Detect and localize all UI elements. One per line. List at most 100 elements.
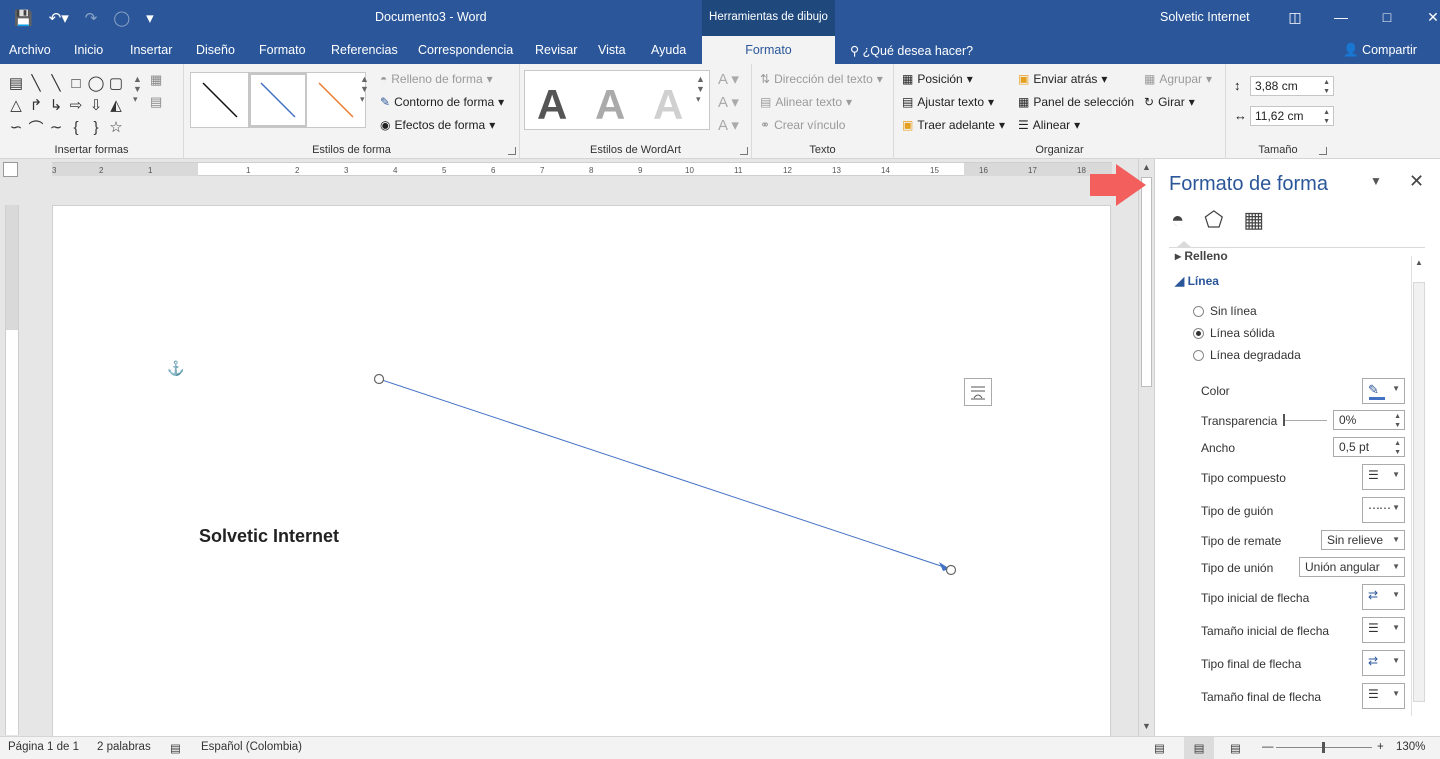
scroll-thumb[interactable] [1141,177,1152,387]
tell-me-search[interactable]: ⚲ ¿Qué desea hacer? [850,43,973,58]
text-outline-icon[interactable]: A ▾ [718,93,739,111]
zoom-in-icon[interactable]: + [1377,741,1384,753]
effects-icon[interactable]: ⬠ [1204,207,1223,233]
document-scrollbar[interactable]: ▲ ▼ [1138,159,1154,736]
tab-ayuda[interactable]: Ayuda [651,43,686,57]
redo-icon[interactable]: ↷ [85,9,98,27]
tab-inicio[interactable]: Inicio [74,43,103,57]
section-fill[interactable]: ▸ Relleno [1175,249,1228,263]
slider-thumb[interactable] [1283,414,1285,426]
shape-style-1[interactable] [190,72,250,128]
fill-line-icon[interactable]: ◓ [1171,207,1184,233]
align-text-button[interactable]: ▤ Alinear texto ▾ [760,95,852,109]
cap-type-dropdown[interactable]: Sin relieve ▼ [1321,530,1405,550]
language[interactable]: Español (Colombia) [201,741,302,753]
section-line[interactable]: ◢ Línea [1175,274,1219,288]
vertical-ruler[interactable] [5,205,19,735]
save-icon[interactable]: 💾 [14,9,33,27]
tab-revisar[interactable]: Revisar [535,43,577,57]
print-layout-icon[interactable]: ▤ [1184,737,1214,759]
pane-scrollbar[interactable]: ▲ [1411,256,1425,716]
document-text[interactable]: Solvetic Internet [199,526,339,547]
scroll-up-icon[interactable]: ▲ [1415,258,1423,267]
tab-referencias[interactable]: Referencias [331,43,398,57]
edit-shape-icon[interactable]: ▦ [150,72,162,88]
zoom-out-icon[interactable]: — [1262,741,1274,753]
horizontal-ruler[interactable]: 321 123 456 789 10 11 12 13 14 15 16 17 18 [0,159,1138,179]
dialog-launcher-icon[interactable] [1319,147,1327,155]
document-page[interactable]: ⚓ Solvetic Internet [52,205,1111,741]
tab-selector[interactable] [3,162,18,177]
group-text: ⇅ Dirección del texto ▾ ▤ Alinear texto ▾ ⚭ C… [752,64,894,159]
scroll-down-icon[interactable]: ▼ [1142,721,1151,731]
join-type-dropdown[interactable]: Unión angular ▼ [1299,557,1405,577]
height-field[interactable]: 3,88 cm ▲ ▼ [1250,76,1334,96]
read-mode-icon[interactable]: ▤ [1154,741,1165,755]
shape-effects-button[interactable]: ◉ Efectos de forma ▾ [380,118,495,132]
shape-style-3[interactable] [306,72,366,128]
wordart-gallery[interactable]: A A A [524,70,710,130]
tab-diseno[interactable]: Diseño [196,43,235,57]
word-count[interactable]: 2 palabras [97,741,151,753]
tab-archivo[interactable]: Archivo [9,43,51,57]
compound-type-dropdown[interactable]: ☰ ▼ [1362,464,1405,490]
line-shape[interactable] [53,206,1112,742]
create-link-button[interactable]: ⚭ Crear vínculo [760,118,845,132]
shape-outline-button[interactable]: ✎ Contorno de forma ▾ [380,95,504,109]
tab-insertar[interactable]: Insertar [130,43,172,57]
share-button[interactable]: 👤 Compartir [1343,43,1417,58]
position-button[interactable]: ▦ Posición ▾ [902,72,973,86]
selection-pane-button[interactable]: ▦ Panel de selección [1018,95,1134,109]
web-layout-icon[interactable]: ▤ [1230,741,1241,755]
end-arrow-type-dropdown[interactable]: ⇄ ▼ [1362,650,1405,676]
wrap-text-button[interactable]: ▤ Ajustar texto ▾ [902,95,994,109]
color-picker[interactable]: ✎ ▼ [1362,378,1405,404]
layout-options-icon[interactable] [964,378,992,406]
zoom-level[interactable]: 130% [1396,741,1425,753]
qat-dropdown-icon[interactable]: ▾ [146,9,154,27]
tab-formato-active[interactable]: Formato [702,36,835,64]
transparency-slider[interactable] [1283,420,1327,421]
send-backward-button[interactable]: ▣ Enviar atrás ▾ [1018,72,1107,86]
text-direction-button[interactable]: ⇅ Dirección del texto ▾ [760,72,883,86]
pane-options-icon[interactable]: ▼ [1370,174,1382,188]
tab-vista[interactable]: Vista [598,43,626,57]
text-fill-icon[interactable]: A ▾ [718,70,739,88]
group-button[interactable]: ▦ Agrupar ▾ [1144,72,1212,86]
radio-solid-line[interactable]: Línea sólida [1193,326,1275,340]
page-count[interactable]: Página 1 de 1 [8,741,79,753]
layout-size-icon[interactable]: ▦ [1243,207,1264,233]
tab-correspondencia[interactable]: Correspondencia [418,43,513,57]
end-arrow-size-dropdown[interactable]: ☰ ▼ [1362,683,1405,709]
proofing-icon[interactable]: ▤ [170,741,181,755]
dash-type-dropdown[interactable]: ⋯⋯ ▼ [1362,497,1405,523]
rotate-button[interactable]: ↻ Girar ▾ [1144,95,1195,109]
minimize-button[interactable]: — [1318,0,1364,36]
tab-formato-doc[interactable]: Formato [259,43,306,57]
line-width-field[interactable]: 0,5 pt ▲ ▼ [1333,437,1405,457]
shapes-gallery[interactable]: ▤ ╲ ╲ □ ◯ ▢ △ ↱ ↳ ⇨ ⇩ ◭ ∽ ⌒ ∼{} ☆ [6,72,130,138]
align-button[interactable]: ☰ Alinear ▾ [1018,118,1080,132]
pane-scroll-thumb[interactable] [1413,282,1425,702]
text-box-icon[interactable]: ▤ [150,94,162,110]
bring-forward-button[interactable]: ▣ Traer adelante ▾ [902,118,1005,132]
ribbon-display-icon[interactable]: ◫ [1272,0,1318,36]
transparency-field[interactable]: 0% ▲ ▼ [1333,410,1405,430]
undo-icon[interactable]: ↶▾ [49,9,69,27]
width-field[interactable]: 11,62 cm ▲ ▼ [1250,106,1334,126]
user-name[interactable]: Solvetic Internet [1160,10,1250,24]
radio-no-line[interactable]: Sin línea [1193,304,1257,318]
text-effects-icon[interactable]: A ▾ [718,116,739,134]
dialog-launcher-icon[interactable] [508,147,516,155]
begin-arrow-size-dropdown[interactable]: ☰ ▼ [1362,617,1405,643]
zoom-slider-thumb[interactable] [1322,742,1325,753]
radio-gradient-line[interactable]: Línea degradada [1193,348,1301,362]
shape-fill-button[interactable]: ◓ Relleno de forma ▾ [380,72,493,86]
maximize-button[interactable]: □ [1364,0,1410,36]
dialog-launcher-icon[interactable] [740,147,748,155]
repeat-icon[interactable]: ◯ [113,9,130,27]
begin-arrow-type-dropdown[interactable]: ⇄ ▼ [1362,584,1405,610]
close-button[interactable]: ✕ [1410,0,1440,36]
shape-style-2[interactable] [248,72,308,128]
pane-close-icon[interactable]: ✕ [1409,171,1424,192]
